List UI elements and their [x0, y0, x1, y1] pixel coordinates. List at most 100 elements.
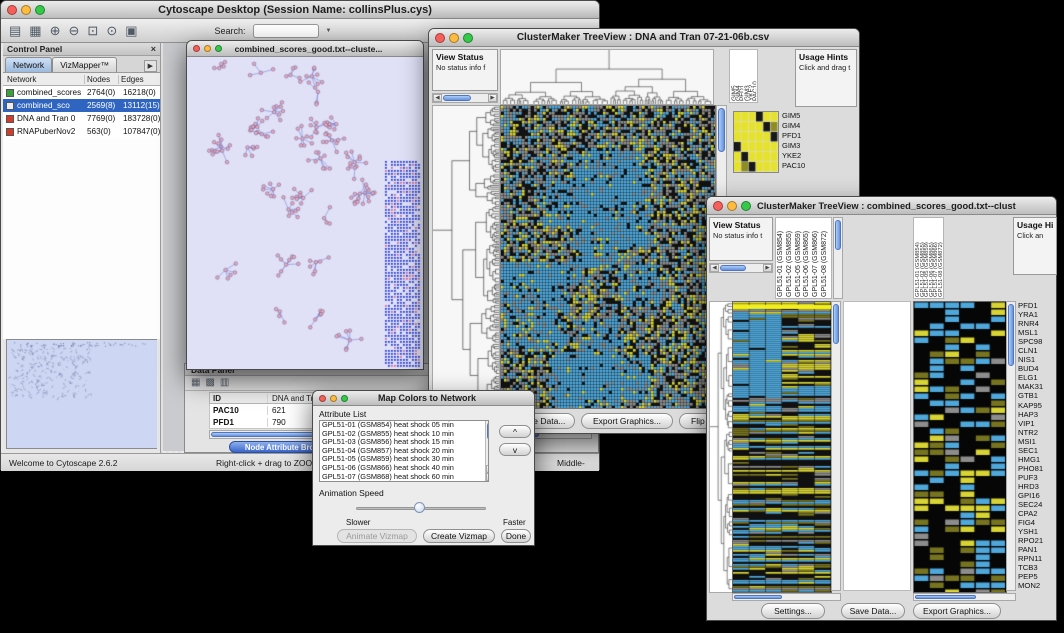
zoom-button[interactable]	[741, 201, 751, 211]
gene-label[interactable]: GPI16	[1018, 491, 1058, 500]
gene-label[interactable]: TCB3	[1018, 563, 1058, 572]
export-graphics-button[interactable]: Export Graphics...	[913, 603, 1001, 619]
close-button[interactable]	[435, 33, 445, 43]
gene-label[interactable]: GTB1	[1018, 391, 1058, 400]
network-row[interactable]: combined_sco2569(8)13112(15)	[3, 99, 160, 112]
row-dendrogram[interactable]	[709, 301, 733, 593]
scrollbar-thumb[interactable]	[487, 422, 489, 440]
gene-label[interactable]: HMG1	[1018, 455, 1058, 464]
search-input[interactable]	[253, 24, 319, 38]
minimize-button[interactable]	[727, 201, 737, 211]
save-session-icon[interactable]: ▦	[29, 24, 41, 37]
gene-label[interactable]: PFD1	[1018, 301, 1058, 310]
gene-label[interactable]: BUD4	[1018, 364, 1058, 373]
zoom-button[interactable]	[35, 5, 45, 15]
scroll-down-icon[interactable]: ▼	[486, 473, 489, 481]
matrix-gene-label[interactable]: GIM5	[782, 111, 824, 121]
network-window-title-bar[interactable]: combined_scores_good.txt--cluste...	[187, 41, 423, 57]
scrollbar-thumb[interactable]	[443, 95, 471, 101]
gene-label[interactable]: HAP3	[1018, 410, 1058, 419]
array-column-label[interactable]: GPL51-02 (GSM855)	[786, 219, 795, 297]
zoom-vscrollbar[interactable]	[1006, 301, 1016, 591]
settings-button[interactable]: Settings...	[761, 603, 825, 619]
scrollbar-thumb[interactable]	[720, 265, 746, 271]
correlation-matrix[interactable]	[733, 111, 779, 173]
status-hscrollbar[interactable]: ◀ ▶	[709, 263, 773, 273]
scroll-right-icon[interactable]: ▶	[488, 94, 497, 102]
minimize-button[interactable]	[449, 33, 459, 43]
done-button[interactable]: Done	[501, 529, 531, 543]
scroll-right-icon[interactable]: ▶	[763, 264, 772, 272]
gene-label[interactable]: MAK31	[1018, 382, 1058, 391]
network-row[interactable]: combined_scores2764(0)16218(0)	[3, 86, 160, 99]
column-gene-label[interactable]: PFD1	[739, 51, 743, 101]
scrollbar-thumb[interactable]	[833, 304, 839, 344]
create-attribute-icon[interactable]: ▩	[205, 378, 214, 388]
minimize-button[interactable]	[21, 5, 31, 15]
gene-label[interactable]: MSI1	[1018, 437, 1058, 446]
array-column-label[interactable]: GPL51-01 (GSM854)	[915, 219, 920, 297]
gene-label[interactable]: MON2	[1018, 581, 1058, 590]
gene-label[interactable]: SEC24	[1018, 500, 1058, 509]
gene-label[interactable]: CPA2	[1018, 509, 1058, 518]
list-vscrollbar[interactable]: ▲ ▼	[485, 421, 489, 481]
scrollbar-thumb[interactable]	[734, 595, 782, 599]
gene-label[interactable]: PEP5	[1018, 572, 1058, 581]
column-gene-label[interactable]: PAC10	[752, 51, 756, 101]
zoom-heatmap[interactable]	[913, 301, 1007, 593]
minimize-button[interactable]	[204, 45, 211, 52]
matrix-gene-label[interactable]: PFD1	[782, 131, 824, 141]
gene-label[interactable]: CLN1	[1018, 346, 1058, 355]
animate-vizmap-button[interactable]: Animate Vizmap	[337, 529, 417, 543]
scrollbar-thumb[interactable]	[835, 220, 841, 250]
tab-vizmapper[interactable]: VizMapper™	[52, 57, 117, 72]
gene-label[interactable]: FIG4	[1018, 518, 1058, 527]
attribute-list[interactable]: GPL51-01 (GSM854) heat shock 05 minGPL51…	[319, 420, 489, 482]
close-button[interactable]	[319, 395, 326, 402]
zoom-button[interactable]	[215, 45, 222, 52]
save-data-button[interactable]: Save Data...	[841, 603, 905, 619]
gene-label[interactable]: MSL1	[1018, 328, 1058, 337]
zoom-hscrollbar[interactable]	[913, 593, 1016, 601]
scroll-left-icon[interactable]: ◀	[710, 264, 719, 272]
tab-overflow-icon[interactable]: ▶	[144, 60, 157, 72]
zoom-selected-icon[interactable]: ⊙	[106, 24, 117, 37]
array-column-label[interactable]: GPL51-07 (GSM866)	[933, 219, 938, 297]
array-column-label[interactable]: GPL51-05 (GSM859)	[924, 219, 929, 297]
create-vizmap-button[interactable]: Create Vizmap	[423, 529, 495, 543]
close-icon[interactable]: ×	[151, 44, 156, 54]
minimize-button[interactable]	[330, 395, 337, 402]
gene-label[interactable]: RPO21	[1018, 536, 1058, 545]
animation-speed-slider[interactable]	[356, 501, 486, 515]
close-button[interactable]	[193, 45, 200, 52]
gene-label[interactable]: RNR4	[1018, 319, 1058, 328]
network-row[interactable]: RNAPuberNov2563(0)107847(0)	[3, 125, 160, 138]
network-overview[interactable]	[7, 340, 157, 448]
zoom-button[interactable]	[463, 33, 473, 43]
search-dropdown-icon[interactable]: ▼	[326, 28, 332, 34]
delete-attribute-icon[interactable]: ▥	[220, 378, 229, 388]
array-column-label[interactable]: GPL51-01 (GSM854)	[777, 219, 786, 297]
scroll-left-icon[interactable]: ◀	[433, 94, 442, 102]
attribute-item[interactable]: GPL51-07 (GSM868) heat shock 60 min	[320, 473, 488, 482]
gene-label[interactable]: YSH1	[1018, 527, 1058, 536]
select-attributes-icon[interactable]: ▦	[191, 378, 200, 388]
open-session-icon[interactable]: ▤	[9, 24, 21, 37]
labels-vscrollbar[interactable]	[833, 217, 843, 299]
global-vscrollbar[interactable]	[831, 301, 841, 591]
row-dendrogram[interactable]	[432, 105, 500, 409]
gene-label[interactable]: SEC1	[1018, 446, 1058, 455]
close-button[interactable]	[713, 201, 723, 211]
scrollbar-thumb[interactable]	[1008, 304, 1014, 366]
matrix-gene-label[interactable]: PAC10	[782, 161, 824, 171]
treeview2-title-bar[interactable]: ClusterMaker TreeView : combined_scores_…	[707, 197, 1056, 215]
global-heatmap[interactable]	[732, 301, 832, 593]
tab-network[interactable]: Network	[5, 57, 52, 72]
gene-label[interactable]: NIS1	[1018, 355, 1058, 364]
matrix-gene-label[interactable]: GIM4	[782, 121, 824, 131]
gene-label[interactable]: NTR2	[1018, 428, 1058, 437]
close-button[interactable]	[7, 5, 17, 15]
array-column-label[interactable]: GPL51-08 (GSM872)	[821, 219, 830, 297]
array-column-label[interactable]: GPL51-07 (GSM866)	[812, 219, 821, 297]
slider-thumb[interactable]	[414, 502, 425, 513]
